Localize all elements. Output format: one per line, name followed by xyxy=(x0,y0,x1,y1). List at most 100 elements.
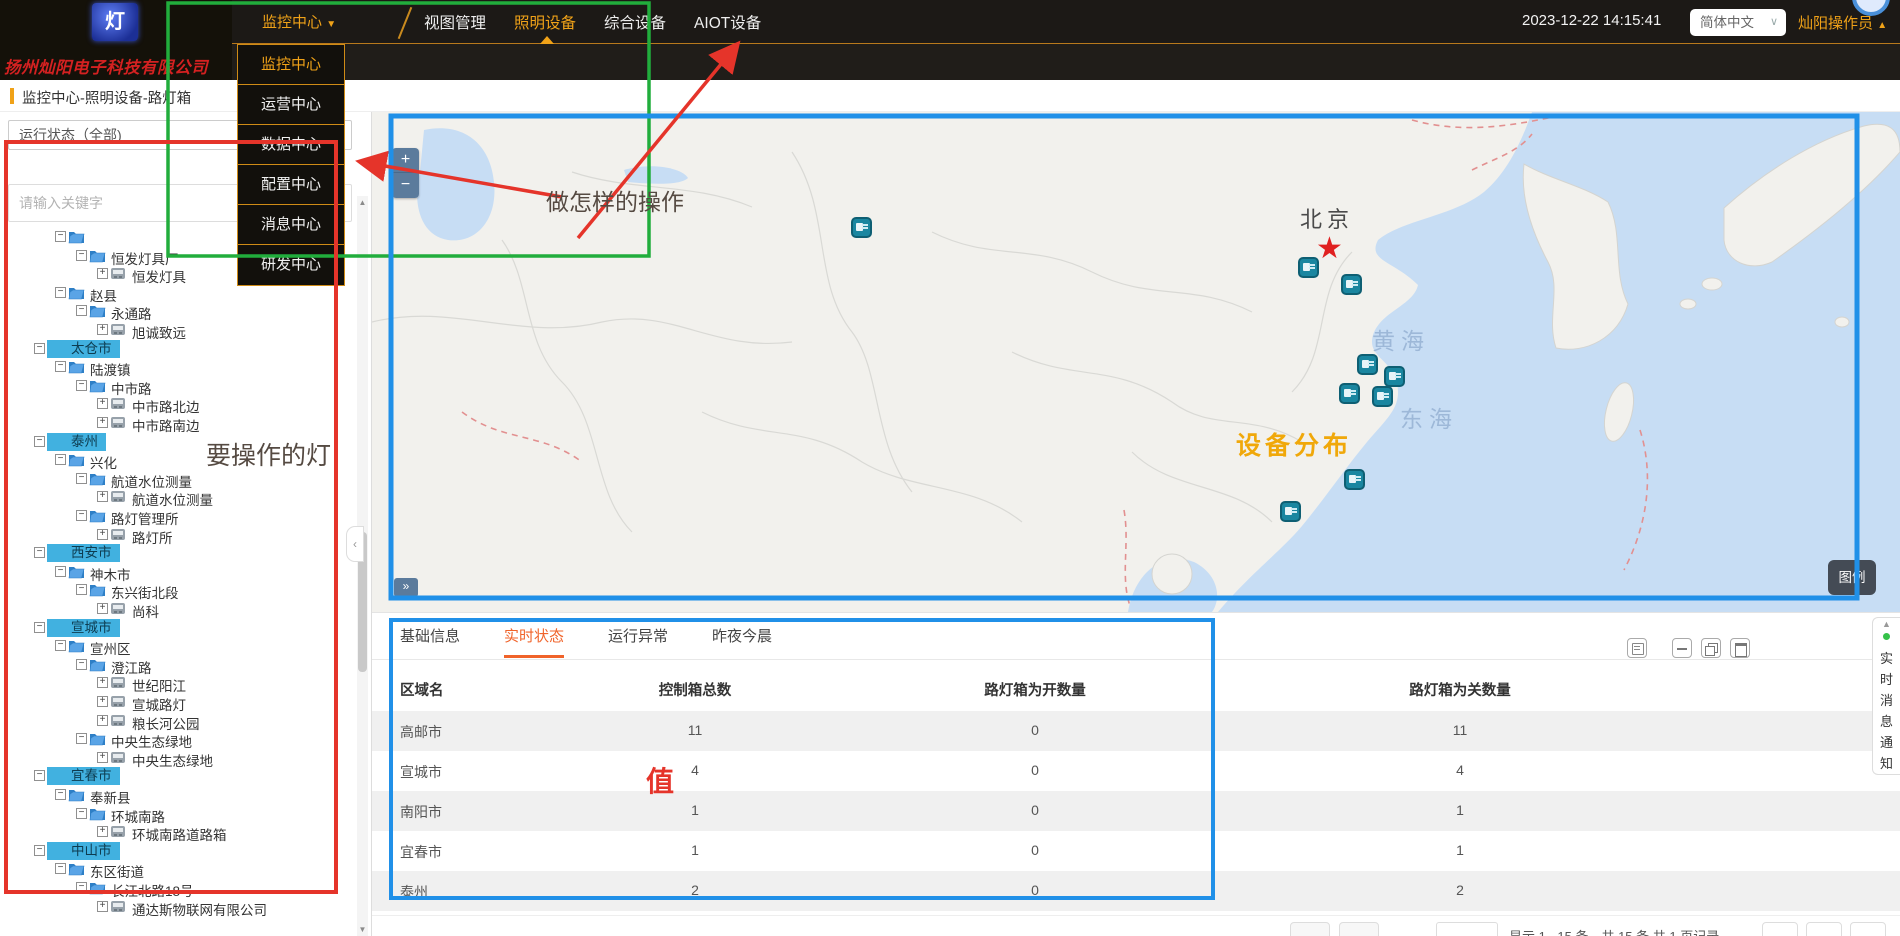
tree-collapse-icon[interactable]: − xyxy=(34,770,45,781)
tree-collapse-icon[interactable]: − xyxy=(76,808,87,819)
map-expand-button[interactable]: » xyxy=(394,578,418,597)
map-marker[interactable] xyxy=(1357,354,1378,375)
folder-icon xyxy=(89,807,106,821)
map-marker[interactable] xyxy=(1298,257,1319,278)
tree-collapse-icon[interactable]: − xyxy=(55,640,66,651)
current-page-button[interactable] xyxy=(1806,922,1842,936)
tree-collapse-icon[interactable]: − xyxy=(34,845,45,856)
prev-page-button[interactable] xyxy=(1762,922,1798,936)
realtime-notice-tab[interactable]: ▲ 实时消息通知 xyxy=(1872,617,1900,775)
tree-collapse-icon[interactable]: − xyxy=(76,733,87,744)
tree-collapse-icon[interactable]: − xyxy=(34,436,45,447)
tree-expand-icon[interactable]: + xyxy=(97,677,108,688)
primary-nav-trigger[interactable]: 监控中心 ▼ xyxy=(262,11,336,32)
tree-expand-icon[interactable]: + xyxy=(97,901,108,912)
top-menu-item-照明设备[interactable]: 照明设备 xyxy=(514,11,576,33)
table-row[interactable]: 宣城市404 xyxy=(372,751,1900,791)
tree-node-label[interactable]: 通达斯物联网有限公司 xyxy=(132,899,267,919)
map-marker[interactable] xyxy=(1384,366,1405,387)
top-menu-item-视图管理[interactable]: 视图管理 xyxy=(424,11,486,33)
tree-collapse-icon[interactable]: − xyxy=(55,789,66,800)
dropdown-item-数据中心[interactable]: 数据中心 xyxy=(238,125,344,165)
tree-expand-icon[interactable]: + xyxy=(97,752,108,763)
dropdown-item-配置中心[interactable]: 配置中心 xyxy=(238,165,344,205)
page-size-input[interactable] xyxy=(1436,922,1498,936)
folder-icon xyxy=(68,360,85,374)
tree-expand-icon[interactable]: + xyxy=(97,715,108,726)
top-menu-item-AIOT设备[interactable]: AIOT设备 xyxy=(694,11,761,33)
tree-expand-icon[interactable]: + xyxy=(97,529,108,540)
tree-node-city[interactable]: 西安市 xyxy=(47,544,120,562)
map-marker[interactable] xyxy=(1280,501,1301,522)
tree-node-city[interactable]: 中山市 xyxy=(47,842,120,860)
language-select[interactable]: 简体中文∨ xyxy=(1690,9,1786,36)
tree-expand-icon[interactable]: + xyxy=(97,268,108,279)
tree-collapse-icon[interactable]: − xyxy=(76,882,87,893)
map-marker[interactable] xyxy=(1344,469,1365,490)
table-row[interactable]: 南阳市101 xyxy=(372,791,1900,831)
status-tab-基础信息[interactable]: 基础信息 xyxy=(400,625,460,658)
tree-expand-icon[interactable]: + xyxy=(97,324,108,335)
map-legend-button[interactable]: 图例 xyxy=(1828,560,1876,595)
status-tab-实时状态[interactable]: 实时状态 xyxy=(504,625,564,658)
tree-expand-icon[interactable]: + xyxy=(97,603,108,614)
tree-expand-icon[interactable]: + xyxy=(97,417,108,428)
dropdown-item-运营中心[interactable]: 运营中心 xyxy=(238,85,344,125)
tree-row: −宣州区 xyxy=(0,637,356,655)
map-marker[interactable] xyxy=(1341,274,1362,295)
panel-collapse-handle[interactable]: ‹ xyxy=(346,526,364,562)
folder-icon xyxy=(89,583,106,597)
table-row[interactable]: 泰州202 xyxy=(372,871,1900,911)
minimize-icon[interactable] xyxy=(1672,638,1692,658)
dropdown-item-研发中心[interactable]: 研发中心 xyxy=(238,245,344,285)
tree-node-city[interactable]: 太仓市 xyxy=(47,340,120,358)
tree-collapse-icon[interactable]: − xyxy=(76,473,87,484)
status-tab-运行异常[interactable]: 运行异常 xyxy=(608,625,668,658)
dropdown-item-监控中心[interactable]: 监控中心 xyxy=(238,45,344,85)
zoom-out-button[interactable]: − xyxy=(392,173,419,198)
export-button[interactable] xyxy=(1339,922,1379,936)
tree-collapse-icon[interactable]: − xyxy=(76,250,87,261)
tree-row: +旭诚致远 xyxy=(0,321,356,339)
tree-expand-icon[interactable]: + xyxy=(97,826,108,837)
tree-collapse-icon[interactable]: − xyxy=(55,454,66,465)
tree-collapse-icon[interactable]: − xyxy=(34,343,45,354)
refresh-button[interactable] xyxy=(1290,922,1330,936)
tree-collapse-icon[interactable]: − xyxy=(76,510,87,521)
table-row[interactable]: 宜春市101 xyxy=(372,831,1900,871)
scroll-up-icon[interactable]: ▲ xyxy=(358,198,367,207)
report-icon[interactable] xyxy=(1627,638,1647,658)
column-header: 控制箱总数 xyxy=(650,679,740,700)
tree-collapse-icon[interactable]: − xyxy=(76,584,87,595)
tree-node-city[interactable]: 宣城市 xyxy=(47,619,120,637)
scroll-down-icon[interactable]: ▼ xyxy=(358,925,367,934)
tree-collapse-icon[interactable]: − xyxy=(76,659,87,670)
tree-collapse-icon[interactable]: − xyxy=(34,622,45,633)
tree-scrollbar[interactable]: ▲ ▼ xyxy=(357,196,368,936)
tree-node-city[interactable]: 宜春市 xyxy=(47,767,120,785)
tree-expand-icon[interactable]: + xyxy=(97,491,108,502)
table-row[interactable]: 高邮市11011 xyxy=(372,711,1900,751)
tree-collapse-icon[interactable]: − xyxy=(76,305,87,316)
restore-icon[interactable] xyxy=(1701,638,1721,658)
tree-collapse-icon[interactable]: − xyxy=(34,547,45,558)
tree-node-city[interactable]: 泰州 xyxy=(47,433,106,451)
top-menu-item-综合设备[interactable]: 综合设备 xyxy=(604,11,666,33)
zoom-in-button[interactable]: + xyxy=(392,148,419,173)
tree-collapse-icon[interactable]: − xyxy=(55,231,66,242)
dropdown-item-消息中心[interactable]: 消息中心 xyxy=(238,205,344,245)
map-marker[interactable] xyxy=(851,217,872,238)
tree-collapse-icon[interactable]: − xyxy=(76,380,87,391)
tree-collapse-icon[interactable]: − xyxy=(55,863,66,874)
map-marker[interactable] xyxy=(1372,386,1393,407)
next-page-button[interactable] xyxy=(1850,922,1886,936)
tree-collapse-icon[interactable]: − xyxy=(55,566,66,577)
status-tab-昨夜今晨[interactable]: 昨夜今晨 xyxy=(712,625,772,658)
tree-collapse-icon[interactable]: − xyxy=(55,287,66,298)
tree-expand-icon[interactable]: + xyxy=(97,398,108,409)
device-map[interactable]: 北京 ★ 设备分布 黄海东海 + − » 图例 xyxy=(372,112,1900,612)
tree-collapse-icon[interactable]: − xyxy=(55,361,66,372)
maximize-icon[interactable] xyxy=(1730,638,1750,658)
tree-expand-icon[interactable]: + xyxy=(97,696,108,707)
map-marker[interactable] xyxy=(1339,383,1360,404)
